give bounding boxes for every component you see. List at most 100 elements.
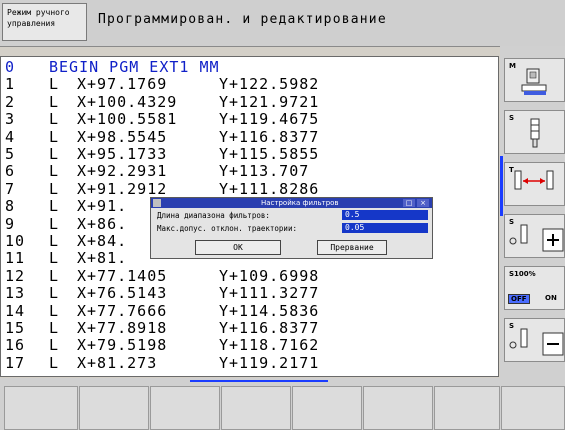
line-number: 15 bbox=[5, 319, 26, 337]
off-label: OFF bbox=[508, 294, 530, 304]
active-indicator bbox=[500, 156, 503, 216]
s-label: S bbox=[509, 114, 515, 122]
m-function-softkey[interactable]: M bbox=[504, 58, 565, 102]
line-number: 17 bbox=[5, 353, 26, 372]
y-coordinate: Y+109.6998 bbox=[219, 266, 320, 285]
spindle-override-softkey[interactable]: S100% OFF ON bbox=[504, 266, 565, 310]
x-coordinate: X+92.2931 bbox=[77, 162, 168, 181]
program-line[interactable]: 7 L X+91.2912 Y+111.8286 bbox=[5, 179, 320, 198]
y-coordinate: Y+119.4675 bbox=[219, 110, 320, 129]
y-coordinate: Y+111.8286 bbox=[219, 179, 320, 198]
line-command: L bbox=[49, 353, 60, 372]
program-line[interactable]: 3 L X+100.5581 Y+119.4675 bbox=[5, 111, 319, 128]
program-line[interactable]: 14 L X+77.7666 Y+114.5836 bbox=[5, 301, 320, 320]
close-button[interactable]: × bbox=[417, 199, 429, 207]
x-coordinate: X+97.1769 bbox=[77, 75, 168, 94]
y-coordinate: Y+121.9721 bbox=[219, 92, 320, 111]
line-number: 7 bbox=[5, 179, 16, 198]
line-number: 1 bbox=[5, 75, 16, 94]
line-number: 2 bbox=[5, 92, 16, 111]
line-command: L bbox=[49, 92, 60, 111]
line-number: 6 bbox=[5, 162, 16, 181]
s-function-softkey[interactable]: S bbox=[504, 110, 565, 154]
program-line[interactable]: 12 L X+77.1405 Y+109.6998 bbox=[5, 266, 320, 285]
filter-settings-dialog: Настройка фильтров □ × Длина диапазона ф… bbox=[150, 197, 433, 259]
y-coordinate: Y+113.707 bbox=[219, 162, 310, 181]
line-command: L bbox=[49, 249, 60, 268]
line-command: L bbox=[49, 284, 60, 303]
line-command: L bbox=[49, 319, 60, 337]
y-coordinate: Y+116.8377 bbox=[219, 127, 320, 146]
line-number: 13 bbox=[5, 284, 26, 303]
line-command: L bbox=[49, 197, 60, 216]
right-softkey-bar: M S T S S100% OFF ON S bbox=[500, 46, 565, 378]
m-label: M bbox=[509, 62, 516, 70]
y-coordinate: Y+116.8377 bbox=[219, 319, 320, 337]
softkey-2[interactable] bbox=[79, 386, 149, 430]
program-line[interactable]: 2 L X+100.4329 Y+121.9721 bbox=[5, 92, 320, 111]
line-number: 10 bbox=[5, 232, 26, 250]
x-coordinate: X+91.2912 bbox=[77, 179, 168, 198]
softkey-7[interactable] bbox=[434, 386, 500, 430]
program-line[interactable]: 1 L X+97.1769 Y+122.5982 bbox=[5, 76, 319, 93]
line-number: 11 bbox=[5, 249, 26, 268]
softkey-8[interactable] bbox=[501, 386, 565, 430]
maximize-button[interactable]: □ bbox=[403, 199, 415, 207]
y-coordinate: Y+118.7162 bbox=[219, 336, 320, 355]
on-label: ON bbox=[545, 294, 557, 302]
line-number: 8 bbox=[5, 197, 16, 216]
dialog-title: Настройка фильтров bbox=[261, 199, 339, 207]
spindle-minus-softkey[interactable]: S bbox=[504, 318, 565, 362]
line-command: L bbox=[49, 145, 60, 163]
t-function-softkey[interactable]: T bbox=[504, 162, 565, 206]
softkey-5[interactable] bbox=[292, 386, 362, 430]
x-coordinate: X+98.5545 bbox=[77, 127, 168, 146]
softkey-3[interactable] bbox=[150, 386, 220, 430]
softkey-page-indicator bbox=[190, 380, 328, 382]
line-command: L bbox=[49, 127, 60, 146]
filter-length-input[interactable]: 0.5 bbox=[342, 210, 428, 220]
cancel-button[interactable]: Прервание bbox=[317, 240, 387, 255]
x-coordinate: X+77.8918 bbox=[77, 319, 168, 337]
spindle-plus-softkey[interactable]: S bbox=[504, 214, 565, 258]
softkey-4[interactable] bbox=[221, 386, 291, 430]
x-coordinate: X+95.1733 bbox=[77, 145, 168, 163]
line-command: L bbox=[49, 336, 60, 355]
s-minus-label: S bbox=[509, 322, 515, 330]
s-plus-label: S bbox=[509, 218, 515, 226]
softkey-1[interactable] bbox=[4, 386, 78, 430]
program-line[interactable]: 13 L X+76.5143 Y+111.3277 bbox=[5, 285, 319, 302]
program-line[interactable]: 0 BEGIN PGM EXT1 MM bbox=[5, 59, 220, 76]
program-line[interactable]: 5 L X+95.1733 Y+115.5855 bbox=[5, 146, 319, 163]
max-deviation-label: Макс.допус. отклон. траектории: bbox=[157, 224, 297, 233]
softkey-6[interactable] bbox=[363, 386, 433, 430]
line-number: 12 bbox=[5, 266, 26, 285]
x-coordinate: X+76.5143 bbox=[77, 284, 168, 303]
override-label: S100% bbox=[509, 270, 536, 278]
line-number: 3 bbox=[5, 110, 16, 129]
page-title: Программирован. и редактирование bbox=[98, 12, 387, 27]
window-menu-icon[interactable] bbox=[153, 199, 161, 207]
line-command: L bbox=[49, 301, 60, 320]
line-command: L bbox=[49, 266, 60, 285]
mode-line1: Режим ручного bbox=[7, 8, 70, 17]
mode-line2: управления bbox=[7, 19, 56, 28]
header-bar: Режим ручного управления Программирован.… bbox=[0, 0, 565, 47]
line-command: L bbox=[49, 232, 60, 250]
line-command: BEGIN PGM EXT1 MM bbox=[49, 58, 220, 76]
ok-button[interactable]: OK bbox=[195, 240, 281, 255]
y-coordinate: Y+122.5982 bbox=[219, 75, 320, 94]
line-command: L bbox=[49, 214, 60, 233]
max-deviation-input[interactable]: 0.05 bbox=[342, 223, 428, 233]
y-coordinate: Y+114.5836 bbox=[219, 301, 320, 320]
line-number: 14 bbox=[5, 301, 26, 320]
program-line[interactable]: 16 L X+79.5198 Y+118.7162 bbox=[5, 337, 319, 354]
dialog-title-bar[interactable]: Настройка фильтров □ × bbox=[151, 198, 432, 208]
program-line[interactable]: 4 L X+98.5545 Y+116.8377 bbox=[5, 127, 320, 146]
program-line[interactable]: 15 L X+77.8918 Y+116.8377 bbox=[5, 320, 319, 337]
line-number: 5 bbox=[5, 145, 16, 163]
line-number: 16 bbox=[5, 336, 26, 355]
program-line[interactable]: 6 L X+92.2931 Y+113.707 bbox=[5, 163, 309, 180]
program-line[interactable]: 17 L X+81.273 Y+119.2171 bbox=[5, 353, 319, 372]
line-number: 9 bbox=[5, 214, 16, 233]
